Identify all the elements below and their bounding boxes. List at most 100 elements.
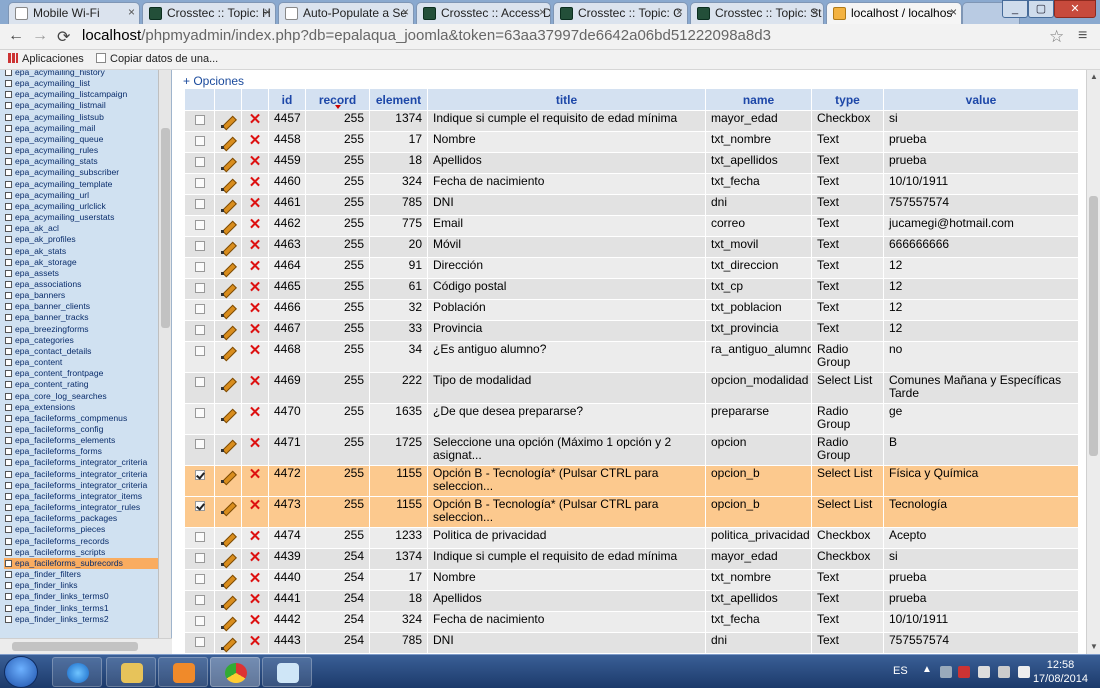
row-delete-cell[interactable]: ✕ — [241, 320, 269, 342]
tab-close-icon[interactable]: × — [812, 5, 819, 19]
sidebar-table-item[interactable]: epa_finder_links — [4, 580, 158, 591]
row-checkbox[interactable] — [194, 346, 205, 356]
table-row[interactable]: ✕ 4459 255 18 Apellidos txt_apellidos Text prue… — [184, 152, 1079, 174]
row-checkbox-cell[interactable] — [184, 320, 215, 342]
row-checkbox-cell[interactable] — [184, 236, 215, 258]
table-row[interactable]: ✕ 4441 254 18 Apellidos txt_apellidos Text prue… — [184, 590, 1079, 612]
taskbar-ie[interactable] — [52, 657, 102, 687]
menu-icon[interactable]: ≡ — [1078, 27, 1087, 45]
sidebar-table-item[interactable]: epa_acymailing_subscriber — [4, 167, 158, 178]
pencil-edit-icon[interactable] — [220, 177, 236, 191]
table-row[interactable]: ✕ 4461 255 785 DNI dni Text 757557574 — [184, 194, 1079, 216]
tab-6[interactable]: localhost / localhos × — [826, 2, 962, 24]
network-icon[interactable] — [998, 666, 1010, 678]
pencil-edit-icon[interactable] — [220, 345, 236, 359]
table-row[interactable]: ✕ 4457 255 1374 Indique si cumple el requisi… — [184, 110, 1079, 132]
row-edit-cell[interactable] — [214, 278, 242, 300]
delete-x-icon[interactable]: ✕ — [249, 238, 262, 253]
sidebar-table-item[interactable]: epa_core_log_searches — [4, 391, 158, 402]
pencil-edit-icon[interactable] — [220, 552, 236, 566]
row-checkbox[interactable] — [194, 157, 205, 167]
row-delete-cell[interactable]: ✕ — [241, 299, 269, 321]
row-edit-cell[interactable] — [214, 496, 242, 528]
col-header-title[interactable]: title — [427, 88, 706, 111]
row-checkbox-cell[interactable] — [184, 496, 215, 528]
delete-x-icon[interactable]: ✕ — [249, 571, 262, 586]
row-checkbox-cell[interactable] — [184, 527, 215, 549]
pencil-edit-icon[interactable] — [220, 114, 236, 128]
row-checkbox[interactable] — [194, 178, 205, 188]
row-delete-cell[interactable]: ✕ — [241, 372, 269, 404]
row-edit-cell[interactable] — [214, 257, 242, 279]
row-edit-cell[interactable] — [214, 611, 242, 633]
sidebar-table-item[interactable]: epa_finder_links_terms0 — [4, 591, 158, 602]
row-checkbox-cell[interactable] — [184, 299, 215, 321]
row-checkbox-cell[interactable] — [184, 131, 215, 153]
pencil-edit-icon[interactable] — [220, 219, 236, 233]
row-checkbox[interactable] — [194, 325, 205, 335]
row-edit-cell[interactable] — [214, 632, 242, 654]
row-checkbox[interactable] — [194, 136, 205, 146]
row-delete-cell[interactable]: ✕ — [241, 611, 269, 633]
pencil-edit-icon[interactable] — [220, 282, 236, 296]
row-delete-cell[interactable]: ✕ — [241, 194, 269, 216]
row-checkbox[interactable] — [194, 595, 205, 605]
table-row[interactable]: ✕ 4470 255 1635 ¿De que desea prepararse? pre… — [184, 403, 1079, 435]
col-header-id[interactable]: id — [268, 88, 306, 111]
language-indicator[interactable]: ES — [893, 665, 908, 677]
table-row[interactable]: ✕ 4473 255 1155 Opción B - Tecnología* (Puls… — [184, 496, 1079, 528]
row-checkbox[interactable] — [194, 439, 205, 449]
row-edit-cell[interactable] — [214, 320, 242, 342]
delete-x-icon[interactable]: ✕ — [249, 498, 262, 513]
row-edit-cell[interactable] — [214, 341, 242, 373]
row-edit-cell[interactable] — [214, 569, 242, 591]
sidebar-table-item[interactable]: epa_assets — [4, 268, 158, 279]
minimize-button[interactable]: _ — [1002, 0, 1028, 18]
delete-x-icon[interactable]: ✕ — [249, 322, 262, 337]
pencil-edit-icon[interactable] — [220, 156, 236, 170]
row-edit-cell[interactable] — [214, 152, 242, 174]
row-edit-cell[interactable] — [214, 403, 242, 435]
row-checkbox-cell[interactable] — [184, 632, 215, 654]
col-header-element[interactable]: element — [369, 88, 428, 111]
scroll-down-icon[interactable]: ▼ — [1090, 642, 1098, 651]
row-checkbox-cell[interactable] — [184, 173, 215, 195]
sidebar-table-item[interactable]: epa_acymailing_queue — [4, 134, 158, 145]
sidebar-table-item[interactable]: epa_acymailing_userstats — [4, 212, 158, 223]
taskbar-media[interactable] — [158, 657, 208, 687]
sidebar-table-item[interactable]: epa_associations — [4, 279, 158, 290]
sidebar-table-item[interactable]: epa_breezingforms — [4, 324, 158, 335]
table-row[interactable]: ✕ 4458 255 17 Nombre txt_nombre Text prueba — [184, 131, 1079, 153]
table-row[interactable]: ✕ 4471 255 1725 Seleccione una opción (Máxim… — [184, 434, 1079, 466]
sidebar-table-item[interactable]: epa_banner_clients — [4, 301, 158, 312]
row-checkbox-cell[interactable] — [184, 611, 215, 633]
sidebar-table-item[interactable]: epa_facileforms_packages — [4, 513, 158, 524]
pencil-edit-icon[interactable] — [220, 500, 236, 514]
sidebar-table-item[interactable]: epa_acymailing_stats — [4, 156, 158, 167]
row-checkbox[interactable] — [194, 283, 205, 293]
tab-5[interactable]: Crosstec :: Topic: St × — [690, 2, 824, 24]
row-edit-cell[interactable] — [214, 215, 242, 237]
row-checkbox-cell[interactable] — [184, 372, 215, 404]
table-row[interactable]: ✕ 4443 254 785 DNI dni Text 757557574 — [184, 632, 1079, 654]
tab-4[interactable]: Crosstec :: Topic: C × — [553, 2, 688, 24]
sidebar-table-item[interactable]: epa_acymailing_list — [4, 78, 158, 89]
sidebar-scrollbar[interactable] — [158, 70, 171, 638]
sidebar-table-item[interactable]: epa_facileforms_scripts — [4, 547, 158, 558]
delete-x-icon[interactable]: ✕ — [249, 301, 262, 316]
sidebar-table-item[interactable]: epa_ak_storage — [4, 257, 158, 268]
row-checkbox[interactable] — [194, 574, 205, 584]
row-checkbox[interactable] — [194, 262, 205, 272]
pencil-edit-icon[interactable] — [220, 531, 236, 545]
row-edit-cell[interactable] — [214, 527, 242, 549]
bookmark-star-icon[interactable]: ☆ — [1049, 27, 1064, 47]
row-delete-cell[interactable]: ✕ — [241, 403, 269, 435]
sidebar-table-item[interactable]: epa_facileforms_config — [4, 424, 158, 435]
delete-x-icon[interactable]: ✕ — [249, 374, 262, 389]
row-edit-cell[interactable] — [214, 173, 242, 195]
delete-x-icon[interactable]: ✕ — [249, 550, 262, 565]
sidebar-table-item[interactable]: epa_banner_tracks — [4, 312, 158, 323]
row-delete-cell[interactable]: ✕ — [241, 632, 269, 654]
delete-x-icon[interactable]: ✕ — [249, 405, 262, 420]
sidebar-table-item[interactable]: epa_acymailing_listsub — [4, 112, 158, 123]
